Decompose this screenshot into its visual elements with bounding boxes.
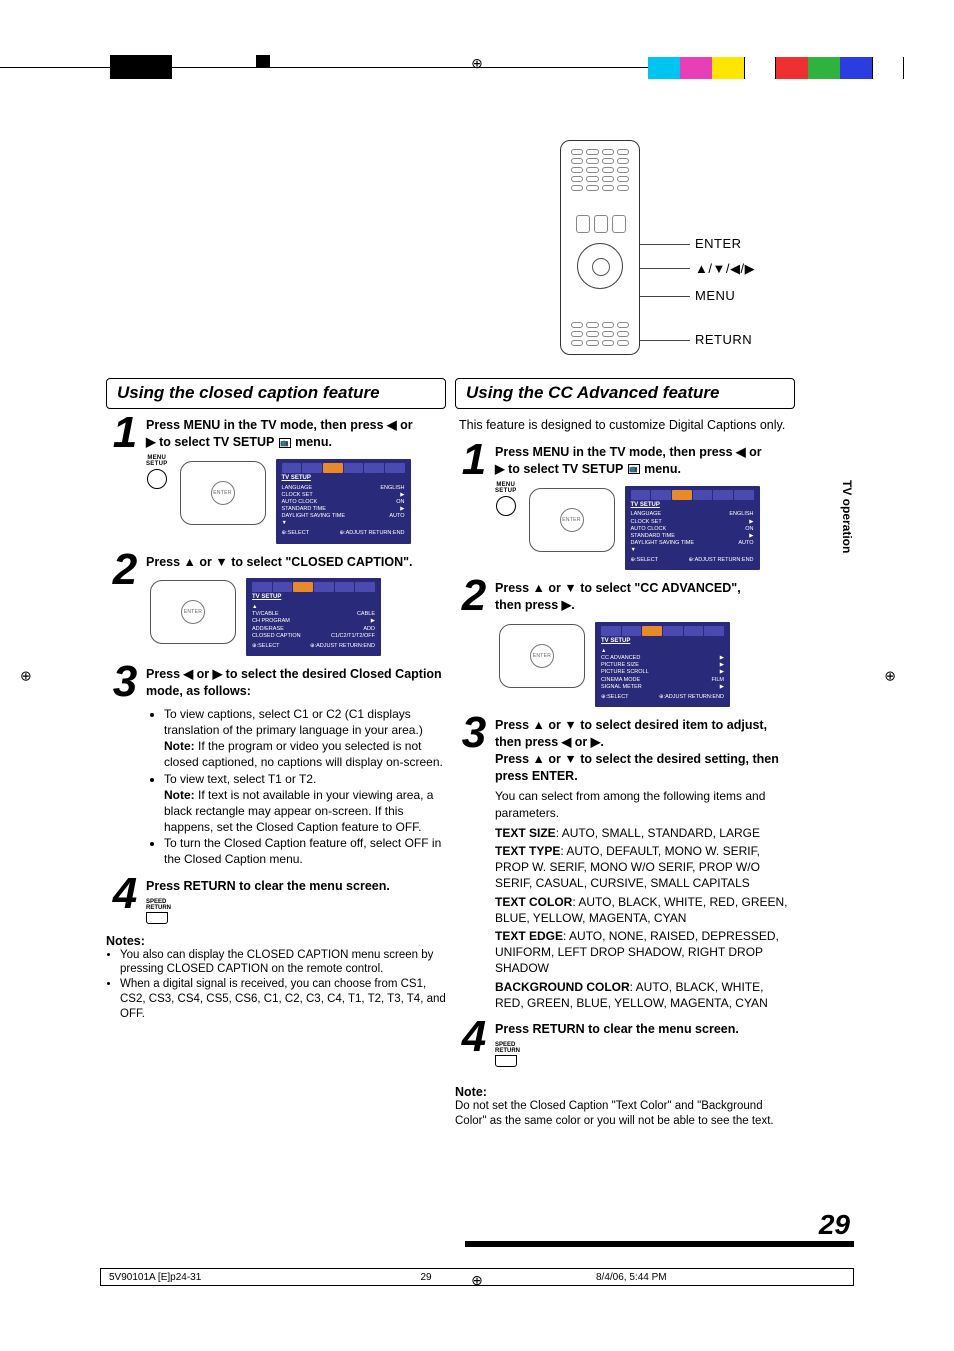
osd-screenshot: TV SETUP LANGUAGEENGLISH CLOCK SET▶ AUTO…: [625, 486, 760, 571]
osd-screenshot: TV SETUP LANGUAGEENGLISH CLOCK SET▶ AUTO…: [276, 459, 411, 544]
step2-text: Press ▲ or ▼ to select "CLOSED CAPTION".: [146, 554, 446, 571]
remote-enter-label: ENTER: [695, 236, 742, 251]
registration-mark-top: ⊕: [471, 55, 483, 72]
r-step2-text-a: Press ▲ or ▼ to select "CC ADVANCED",: [495, 581, 741, 595]
bullet: To view text, select T1 or T2. Note: If …: [164, 771, 446, 836]
r-step1-text-a: Press MENU in the TV mode, then press ◀ …: [495, 445, 762, 459]
left-column: Using the closed caption feature 1 Press…: [106, 378, 446, 1022]
r-step4-text: Press RETURN to clear the menu screen.: [495, 1021, 795, 1038]
bullet: To view captions, select C1 or C2 (C1 di…: [164, 706, 446, 771]
parameters-list: TEXT SIZE: AUTO, SMALL, STANDARD, LARGE …: [495, 825, 795, 1011]
registration-mark-right: ⊕: [884, 667, 896, 684]
footer-page: 29: [366, 1272, 486, 1283]
osd-screenshot: TV SETUP ▲ CC ADVANCED▶ PICTURE SIZE▶ PI…: [595, 622, 730, 707]
menu-setup-button-icon: MENU SETUP: [495, 482, 517, 516]
left-step-2: 2 Press ▲ or ▼ to select "CLOSED CAPTION…: [106, 554, 446, 657]
step-number: 1: [455, 438, 493, 482]
left-step-4: 4 Press RETURN to clear the menu screen.…: [106, 878, 446, 924]
left-step-3: 3 Press ◀ or ▶ to select the desired Clo…: [106, 666, 446, 868]
r-step1-text-b: ▶ to select TV SETUP: [495, 462, 627, 476]
step-number: 3: [455, 711, 493, 755]
right-intro: This feature is designed to customize Di…: [459, 417, 791, 434]
right-step-2: 2 Press ▲ or ▼ to select "CC ADVANCED", …: [455, 580, 795, 707]
step-number: 1: [106, 411, 144, 455]
bullet: To turn the Closed Caption feature off, …: [164, 835, 446, 867]
dpad-icon: [499, 624, 585, 688]
note-heading: Note:: [455, 1085, 795, 1099]
right-column: Using the CC Advanced feature This featu…: [455, 378, 795, 1129]
crop-mark-small: [256, 55, 270, 67]
r-step2-text-b: then press ▶.: [495, 598, 575, 612]
r-step1-text-c: menu.: [641, 462, 681, 476]
r-step3-body: You can select from among the following …: [495, 788, 795, 820]
step1-text-c: menu.: [292, 435, 332, 449]
section-side-tab: TV operation: [840, 480, 854, 553]
step1-text-b: ▶ to select TV SETUP: [146, 435, 278, 449]
return-button-icon: SPEED RETURN: [495, 1042, 520, 1067]
registration-mark-left: ⊕: [20, 667, 32, 684]
remote-arrows-label: ▲/▼/◀/▶: [695, 261, 755, 277]
step1-text-a: Press MENU in the TV mode, then press ◀ …: [146, 418, 413, 432]
tv-icon: 📺: [279, 438, 291, 448]
step-number: 3: [106, 660, 144, 704]
remote-return-label: RETURN: [695, 332, 752, 347]
step3-heading: Press ◀ or ▶ to select the desired Close…: [146, 666, 446, 700]
footer-date: 8/4/06, 5:44 PM: [486, 1272, 853, 1283]
step-number: 4: [106, 872, 144, 916]
left-step-1: 1 Press MENU in the TV mode, then press …: [106, 417, 446, 544]
footer-black-bar: [465, 1241, 854, 1247]
step-number: 2: [106, 548, 144, 592]
remote-menu-label: MENU: [695, 288, 735, 303]
right-section-title: Using the CC Advanced feature: [455, 378, 795, 409]
return-button-icon: SPEED RETURN: [146, 899, 171, 924]
right-step-3: 3 Press ▲ or ▼ to select desired item to…: [455, 717, 795, 1011]
left-section-title: Using the closed caption feature: [106, 378, 446, 409]
dpad-icon: [150, 580, 236, 644]
dpad-icon: [529, 488, 615, 552]
dpad-icon: [180, 461, 266, 525]
step-number: 4: [455, 1015, 493, 1059]
osd-screenshot: TV SETUP ▲ TV/CABLECABLE CH PROGRAM▶ ADD…: [246, 578, 381, 656]
footer-file: 5V90101A [E]p24-31: [101, 1272, 366, 1283]
tv-icon: 📺: [628, 464, 640, 474]
print-footer-strip: 5V90101A [E]p24-31 29 8/4/06, 5:44 PM: [100, 1268, 854, 1286]
page-number: 29: [819, 1209, 850, 1241]
step4-text: Press RETURN to clear the menu screen.: [146, 878, 446, 895]
right-step-4: 4 Press RETURN to clear the menu screen.…: [455, 1021, 795, 1067]
note-item: When a digital signal is received, you c…: [120, 977, 446, 1022]
color-swatches: [648, 57, 904, 79]
menu-setup-button-icon: MENU SETUP: [146, 455, 168, 489]
notes-heading: Notes:: [106, 934, 446, 948]
r-step3-l1: Press ▲ or ▼ to select desired item to a…: [495, 718, 767, 749]
remote-illustration: ENTER ▲/▼/◀/▶ MENU RETURN: [560, 140, 640, 355]
note-text: Do not set the Closed Caption "Text Colo…: [455, 1099, 795, 1129]
right-step-1: 1 Press MENU in the TV mode, then press …: [455, 444, 795, 571]
note-item: You also can display the CLOSED CAPTION …: [120, 948, 446, 978]
r-step3-l2: Press ▲ or ▼ to select the desired setti…: [495, 752, 779, 783]
step-number: 2: [455, 574, 493, 618]
